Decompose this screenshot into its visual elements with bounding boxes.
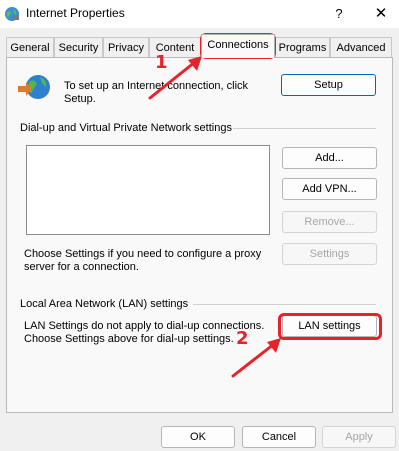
step-1-arrow bbox=[148, 56, 202, 100]
annotation-arrows bbox=[148, 56, 281, 378]
tab-connections[interactable]: Connections bbox=[201, 34, 275, 58]
step-2-arrow bbox=[231, 338, 281, 378]
